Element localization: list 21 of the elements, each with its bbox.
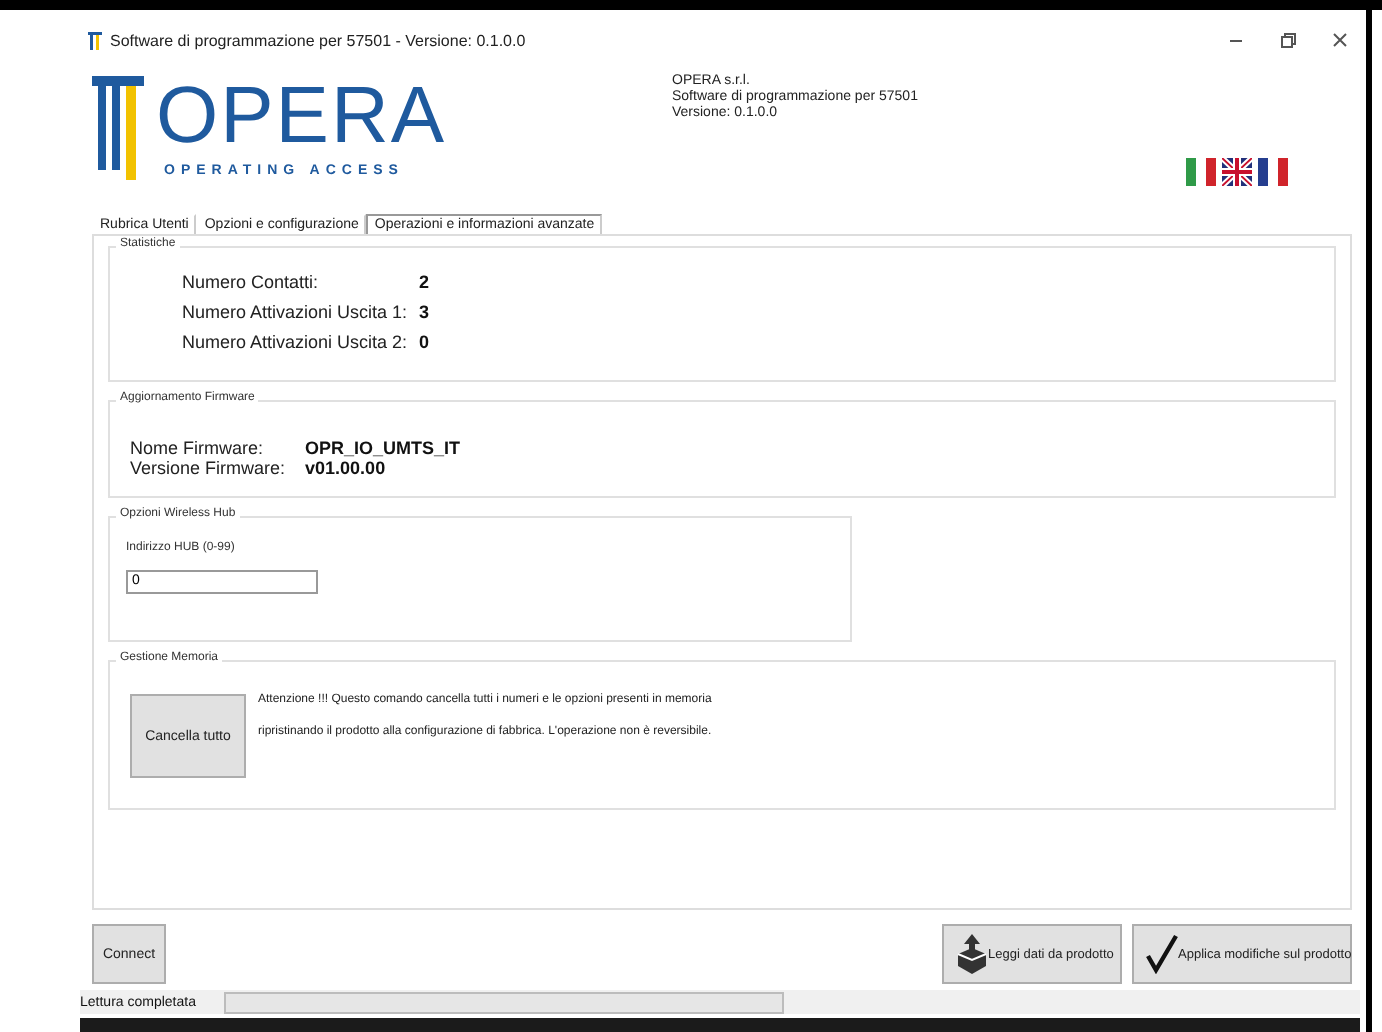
firmware-label: Versione Firmware: — [130, 458, 286, 478]
window-title: Software di programmazione per 57501 - Versione: 0.1.0.0 — [110, 31, 528, 49]
box-arrow-icon — [956, 934, 988, 974]
italy-flag-icon[interactable] — [1186, 158, 1216, 186]
logo-name: OPERA — [156, 76, 447, 156]
firmware-value: v01.00.00 — [305, 458, 388, 478]
uk-flag-icon[interactable] — [1222, 158, 1252, 186]
firmware-value: OPR_IO_UMTS_IT — [305, 438, 461, 458]
restore-icon[interactable] — [1280, 32, 1296, 48]
firmware-label: Nome Firmware: — [130, 438, 266, 458]
app-icon — [88, 31, 102, 49]
france-flag-icon[interactable] — [1258, 158, 1288, 186]
stat-label: Numero Attivazioni Uscita 1: — [182, 302, 408, 322]
stat-label: Numero Attivazioni Uscita 2: — [182, 332, 408, 352]
column-logo-icon — [92, 76, 144, 180]
close-icon[interactable] — [1332, 32, 1348, 48]
stat-value: 3 — [419, 302, 430, 322]
stat-value: 0 — [419, 332, 430, 352]
stat-label: Numero Contatti: — [182, 272, 321, 292]
checkmark-icon — [1146, 934, 1178, 974]
stat-value: 2 — [419, 272, 430, 292]
